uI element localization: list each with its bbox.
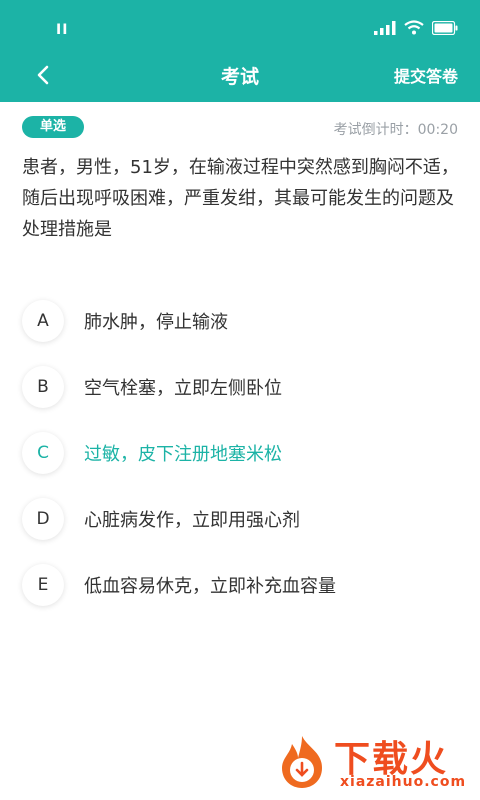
question-type-badge: 单选 <box>22 116 84 138</box>
countdown-timer: 考试倒计时：00:20 <box>334 119 458 139</box>
option-c[interactable]: C 过敏，皮下注册地塞米松 <box>22 420 462 486</box>
options-list: A 肺水肿，停止输液 B 空气栓塞，立即左侧卧位 C 过敏，皮下注册地塞米松 D… <box>22 288 462 618</box>
status-indicator: II <box>56 22 69 38</box>
option-e[interactable]: E 低血容易休克，立即补充血容量 <box>22 552 462 618</box>
option-letter: D <box>22 498 64 540</box>
option-b[interactable]: B 空气栓塞，立即左侧卧位 <box>22 354 462 420</box>
timer-value: 00:20 <box>417 122 458 138</box>
option-text: 肺水肿，停止输液 <box>84 312 228 333</box>
option-letter: C <box>22 432 64 474</box>
watermark-url: xiazaihuo.com <box>340 774 467 790</box>
option-letter: B <box>22 366 64 408</box>
flame-logo-icon <box>282 736 322 788</box>
option-text: 空气栓塞，立即左侧卧位 <box>84 378 282 399</box>
nav-bar: 考试 提交答卷 <box>0 56 480 96</box>
timer-label: 考试倒计时： <box>333 122 418 138</box>
back-button[interactable] <box>28 60 58 90</box>
option-d[interactable]: D 心脏病发作，立即用强心剂 <box>22 486 462 552</box>
battery-icon <box>432 21 458 35</box>
question-text: 患者，男性，51岁，在输液过程中突然感到胸闷不适，随后出现呼吸困难，严重发绀，其… <box>22 157 459 240</box>
watermark-logo: 下载火 xiazaihuo.com <box>274 730 474 794</box>
option-a[interactable]: A 肺水肿，停止输液 <box>22 288 462 354</box>
status-bar: II <box>0 0 480 56</box>
chevron-left-icon <box>37 65 49 85</box>
wifi-icon <box>404 20 424 35</box>
submit-exam-button[interactable]: 提交答卷 <box>394 63 458 87</box>
signal-icon <box>374 21 396 35</box>
option-text: 心脏病发作，立即用强心剂 <box>84 510 300 531</box>
option-text: 过敏，皮下注册地塞米松 <box>84 444 282 465</box>
option-letter: A <box>22 300 64 342</box>
status-icons <box>374 20 458 35</box>
option-text: 低血容易休克，立即补充血容量 <box>84 576 336 597</box>
option-letter: E <box>22 564 64 606</box>
header: II 考试 提交答卷 <box>0 0 480 102</box>
